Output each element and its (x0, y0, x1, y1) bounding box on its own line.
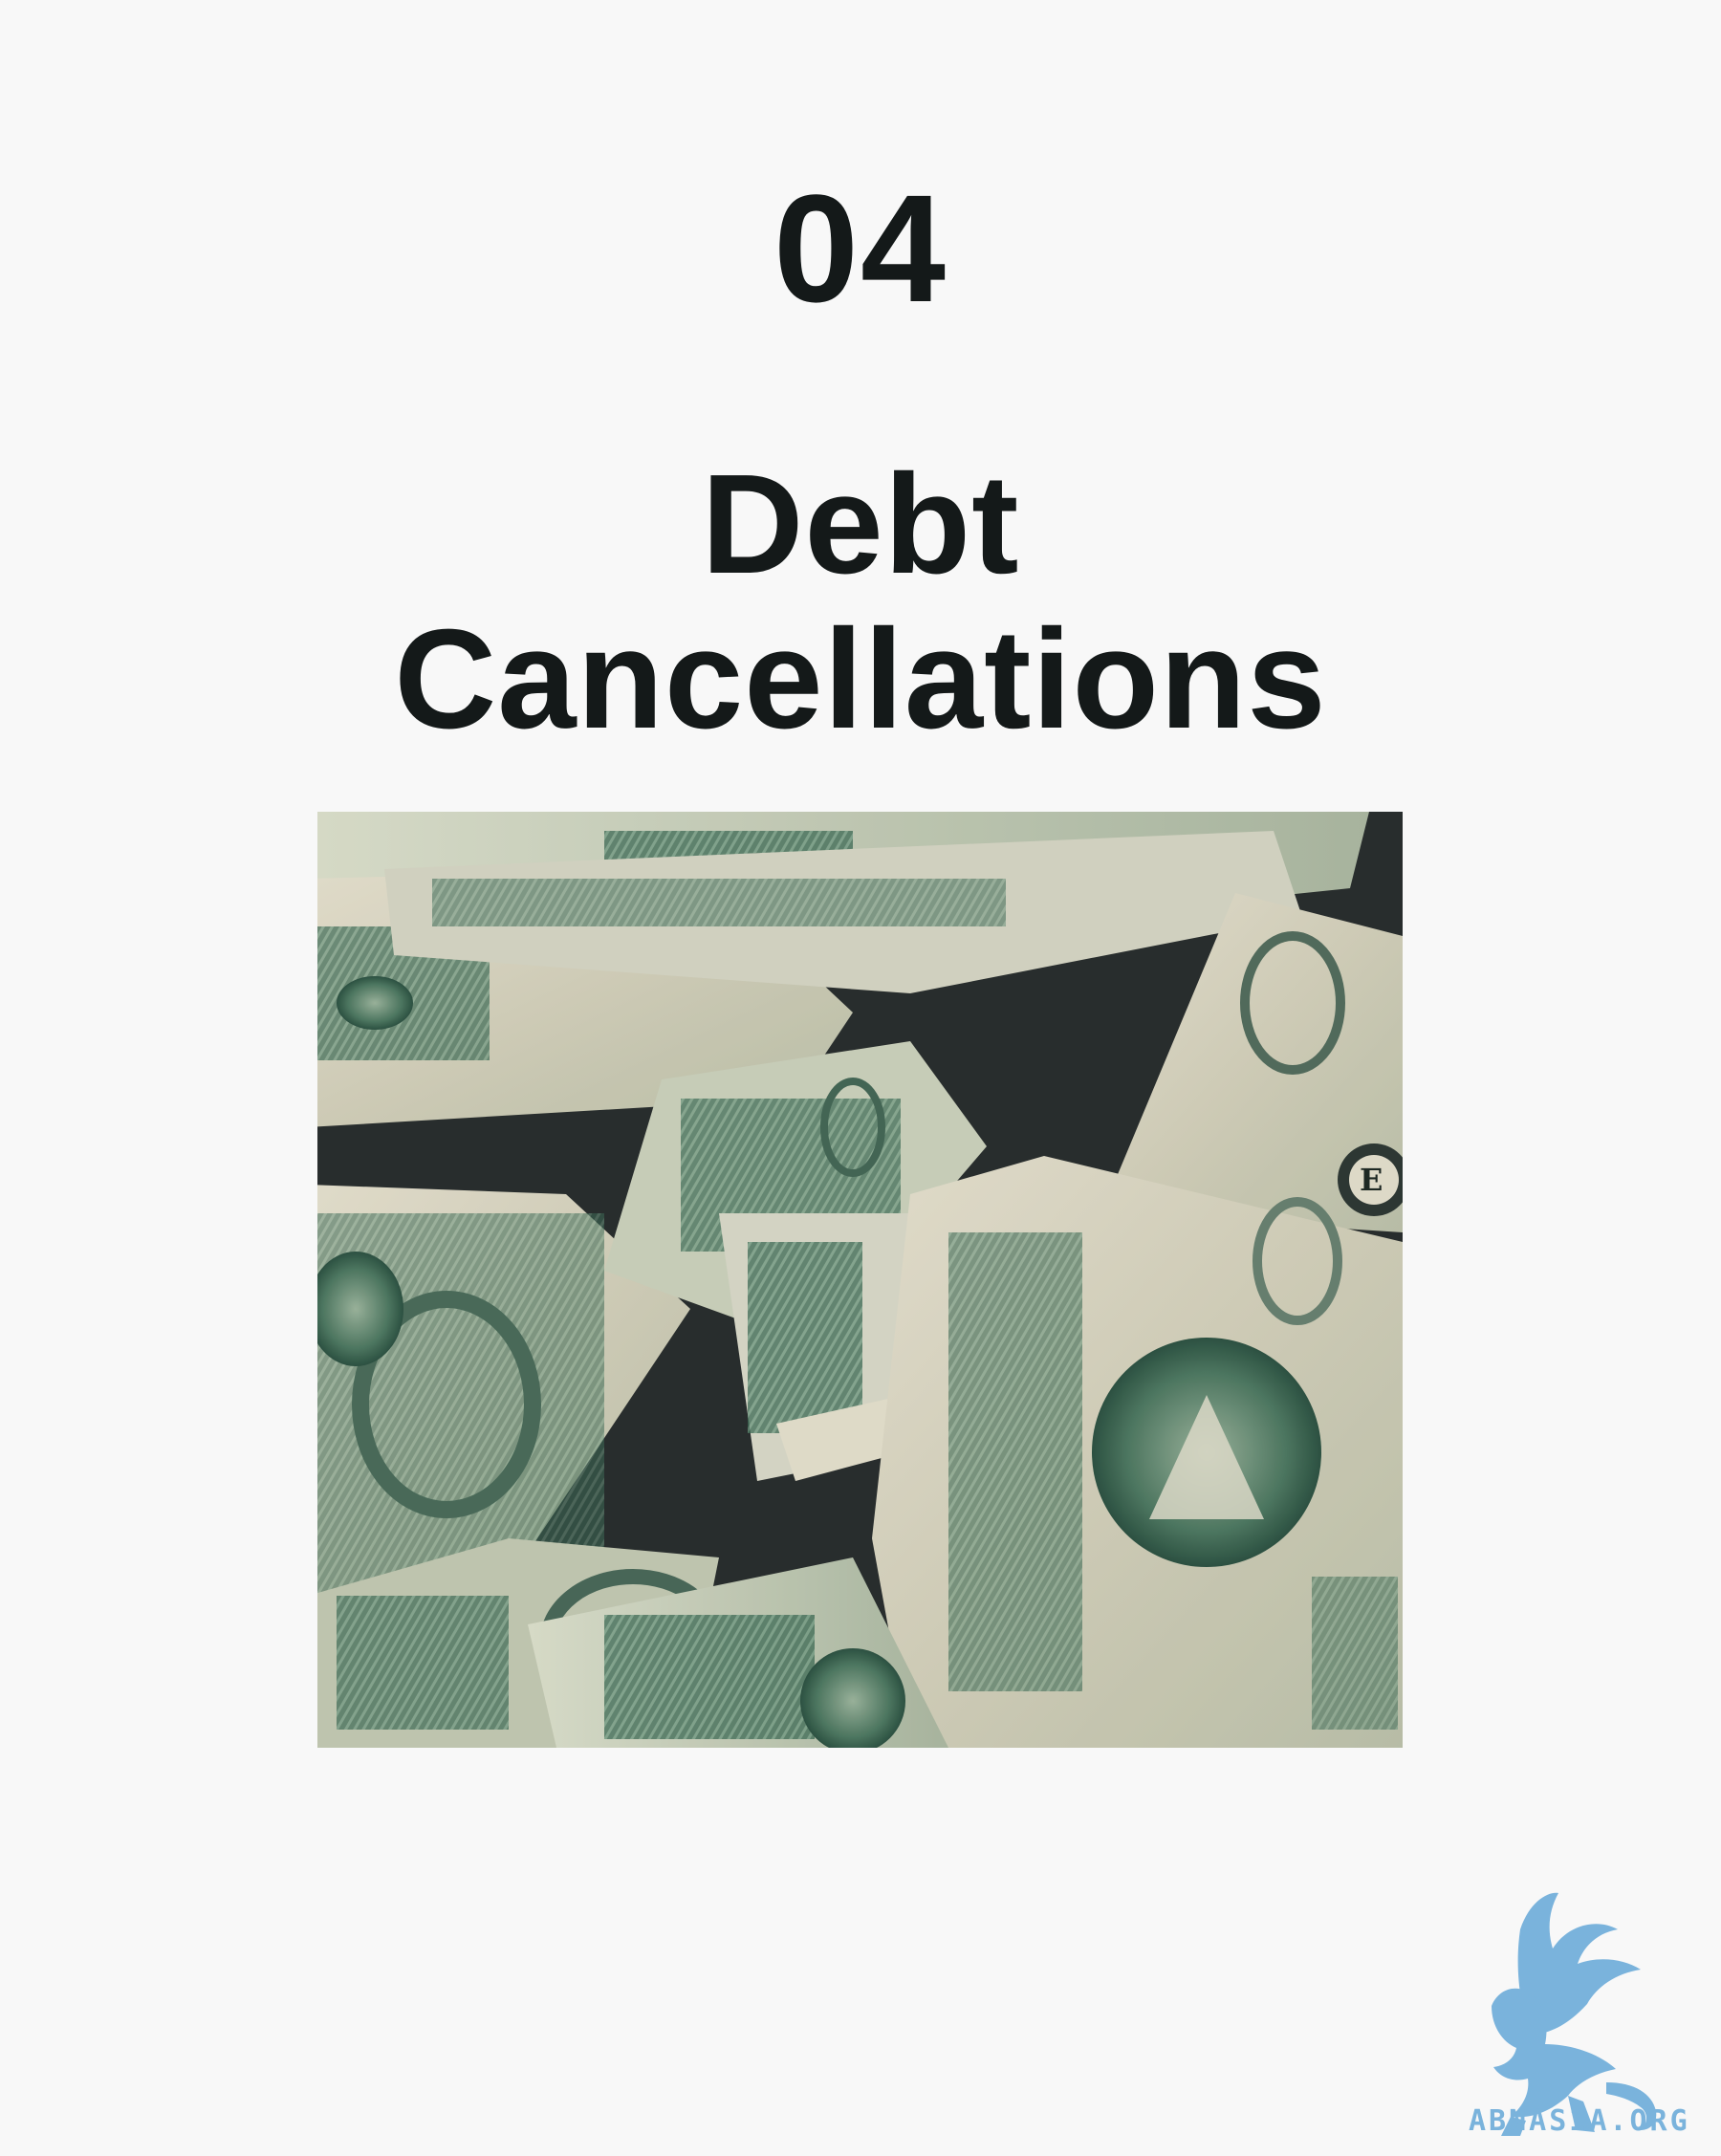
slide-title-line-1: Debt (701, 446, 1020, 603)
slide-number: 04 (773, 163, 948, 334)
slide-title: Debt Cancellations (0, 447, 1721, 757)
slide-title-line-2: Cancellations (394, 600, 1327, 758)
logo-text: ABNASIA.ORG (1469, 2104, 1690, 2138)
money-photo: E (317, 812, 1403, 1748)
